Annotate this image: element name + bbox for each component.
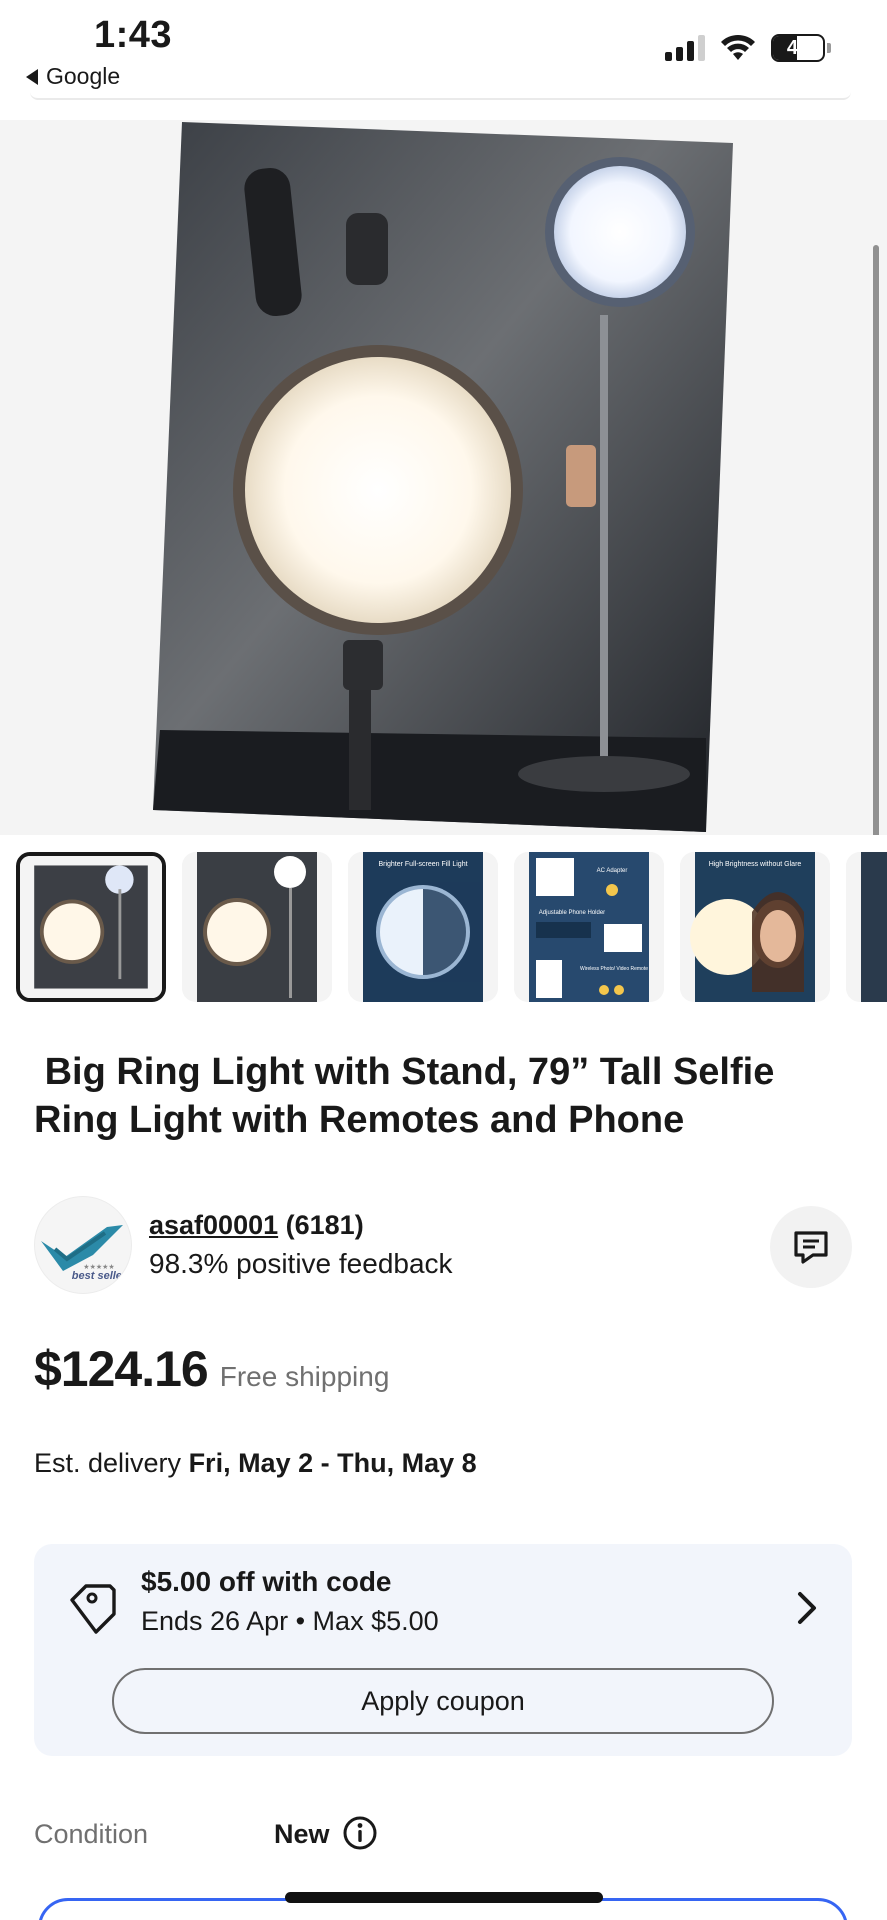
delivery-prefix: Est. delivery [34,1448,189,1478]
seller-name-line: asaf00001 (6181) [149,1210,364,1241]
condition-row: Condition New [34,1815,854,1855]
thumbnail-5-caption: High Brightness without Glare [709,861,802,868]
thumbnail-3[interactable]: Brighter Full-screen Fill Light [348,852,498,1002]
coupon-terms: Ends 26 Apr • Max $5.00 [141,1606,439,1636]
thumbnail-3-caption: Brighter Full-screen Fill Light [378,861,467,868]
coupon-card[interactable]: $5.00 off with code Ends 26 Apr • Max $5… [34,1544,852,1756]
delivery-dates: Fri, May 2 - Thu, May 8 [188,1448,477,1478]
product-image[interactable] [0,120,887,835]
wifi-icon [721,34,755,60]
seller-name-link[interactable]: asaf00001 [149,1210,278,1240]
price-row: $124.16 Free shipping [34,1340,389,1398]
thumbnail-4-caption: AC Adapter [597,868,628,874]
chevron-right-icon[interactable] [792,1588,822,1628]
seller-avatar-text: best seller [72,1270,127,1282]
thumbnail-2[interactable] [182,852,332,1002]
thumbnail-5[interactable]: High Brightness without Glare [680,852,830,1002]
back-to-google-link[interactable]: Google [26,63,120,90]
thumbnail-4-subcaption: Adjustable Phone Holder [539,910,605,916]
apply-coupon-button[interactable]: Apply coupon [112,1668,774,1734]
product-title: Big Ring Light with Stand, 79” Tall Self… [34,1051,775,1141]
thumbnail-4[interactable]: AC Adapter Adjustable Phone Holder Wirel… [514,852,664,1002]
coupon-title: $5.00 off with code [141,1566,392,1597]
seller-info: ★★★★★ best seller asaf00001 (6181) 98.3%… [34,1196,854,1296]
seller-feedback-count: (6181) [285,1210,364,1240]
message-icon [794,1231,828,1264]
tag-icon [70,1584,116,1634]
cellular-signal-icon [665,35,705,61]
thumbnail-4-subcaption-2: Wireless Photo/ Video Remote [580,966,648,972]
price: $124.16 [34,1341,209,1397]
battery-level: 47 [786,36,810,59]
estimated-delivery: Est. delivery Fri, May 2 - Thu, May 8 [34,1448,477,1479]
thumbnail-1[interactable] [16,852,166,1002]
back-arrow-icon [26,68,38,85]
gallery-scrollbar[interactable] [873,245,879,835]
battery-icon: 47 [771,34,825,62]
condition-value: New [274,1819,330,1849]
shipping-cost: Free shipping [219,1361,390,1392]
thumbnail-strip: Brighter Full-screen Fill Light AC Adapt… [16,852,887,1002]
seller-feedback-percentage: 98.3% positive feedback [149,1248,453,1279]
condition-label: Condition [34,1819,149,1849]
product-image-gallery[interactable] [0,120,887,835]
contact-seller-button[interactable] [770,1206,852,1288]
status-icons: 47 [665,34,831,62]
status-time: 1:43 [94,14,173,56]
status-bar: 1:43 Google 47 [0,0,887,100]
thumbnail-6[interactable] [846,852,887,1002]
back-app-label: Google [46,63,121,89]
seller-avatar[interactable]: ★★★★★ best seller [34,1196,132,1294]
home-indicator[interactable] [285,1892,603,1903]
info-icon[interactable] [342,1815,378,1851]
